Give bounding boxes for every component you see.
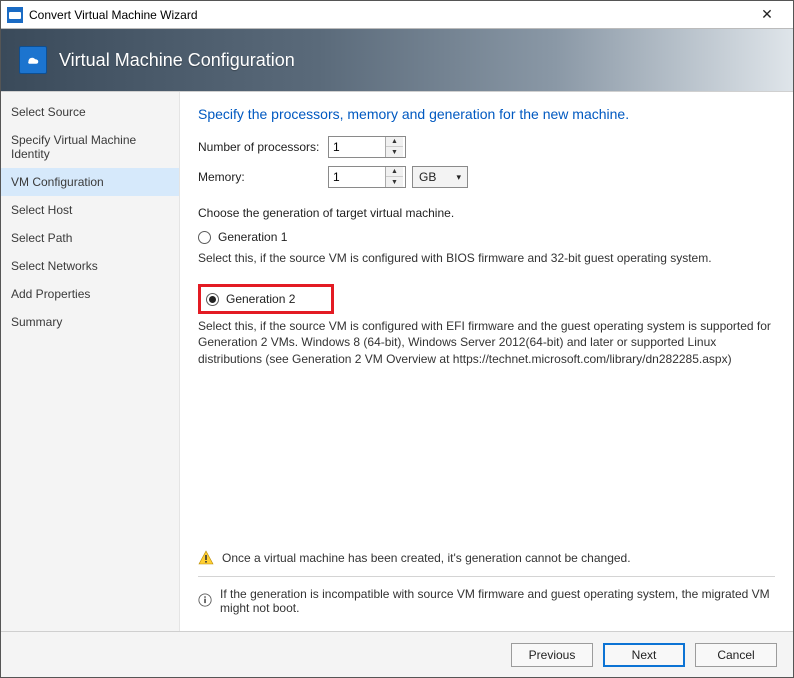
- info-icon: [198, 593, 212, 609]
- generation1-radio[interactable]: [198, 231, 211, 244]
- app-icon: [7, 7, 23, 23]
- memory-input[interactable]: [329, 168, 385, 186]
- processors-down-icon[interactable]: ▼: [386, 147, 403, 157]
- banner-title: Virtual Machine Configuration: [59, 50, 295, 71]
- wizard-window: Convert Virtual Machine Wizard ✕ Virtual…: [0, 0, 794, 678]
- memory-spinner[interactable]: ▲ ▼: [328, 166, 406, 188]
- generation1-label: Generation 1: [218, 230, 287, 244]
- sidebar-item-add-properties[interactable]: Add Properties: [1, 280, 179, 308]
- previous-button[interactable]: Previous: [511, 643, 593, 667]
- page-heading: Specify the processors, memory and gener…: [198, 106, 775, 122]
- memory-up-icon[interactable]: ▲: [386, 167, 403, 177]
- info-row: If the generation is incompatible with s…: [198, 581, 775, 621]
- processors-input[interactable]: [329, 138, 385, 156]
- processors-label: Number of processors:: [198, 140, 328, 154]
- warning-icon: [198, 550, 214, 566]
- generation2-radio[interactable]: [206, 293, 219, 306]
- processors-row: Number of processors: ▲ ▼: [198, 136, 775, 158]
- sidebar-item-vm-configuration[interactable]: VM Configuration: [1, 168, 179, 196]
- processors-up-icon[interactable]: ▲: [386, 137, 403, 147]
- sidebar-item-select-networks[interactable]: Select Networks: [1, 252, 179, 280]
- sidebar-item-select-source[interactable]: Select Source: [1, 98, 179, 126]
- footer: Previous Next Cancel: [1, 631, 793, 677]
- chevron-down-icon: ▾: [456, 172, 461, 183]
- generation2-description: Select this, if the source VM is configu…: [198, 318, 775, 367]
- generation2-highlight: Generation 2: [198, 284, 334, 314]
- generation1-description: Select this, if the source VM is configu…: [198, 250, 775, 266]
- sidebar-item-summary[interactable]: Summary: [1, 308, 179, 336]
- info-text: If the generation is incompatible with s…: [220, 587, 775, 615]
- sidebar-item-specify-identity[interactable]: Specify Virtual Machine Identity: [1, 126, 179, 168]
- warning-text: Once a virtual machine has been created,…: [222, 551, 631, 565]
- banner-icon: [19, 46, 47, 74]
- divider: [198, 576, 775, 577]
- window-title: Convert Virtual Machine Wizard: [29, 8, 747, 22]
- memory-row: Memory: ▲ ▼ GB ▾: [198, 166, 775, 188]
- memory-down-icon[interactable]: ▼: [386, 177, 403, 187]
- sidebar-item-select-path[interactable]: Select Path: [1, 224, 179, 252]
- wizard-body: Select Source Specify Virtual Machine Id…: [1, 91, 793, 631]
- generation-prompt: Choose the generation of target virtual …: [198, 206, 775, 220]
- sidebar-item-select-host[interactable]: Select Host: [1, 196, 179, 224]
- processors-spinner[interactable]: ▲ ▼: [328, 136, 406, 158]
- memory-unit-select[interactable]: GB ▾: [412, 166, 468, 188]
- cancel-button[interactable]: Cancel: [695, 643, 777, 667]
- content-panel: Specify the processors, memory and gener…: [179, 92, 793, 631]
- next-button[interactable]: Next: [603, 643, 685, 667]
- generation2-label: Generation 2: [226, 292, 295, 306]
- close-icon[interactable]: ✕: [747, 6, 787, 23]
- generation1-radio-row[interactable]: Generation 1: [198, 230, 775, 244]
- memory-unit-value: GB: [419, 170, 436, 184]
- warning-row: Once a virtual machine has been created,…: [198, 544, 775, 572]
- banner: Virtual Machine Configuration: [1, 29, 793, 91]
- memory-label: Memory:: [198, 170, 328, 184]
- titlebar: Convert Virtual Machine Wizard ✕: [1, 1, 793, 29]
- generation2-radio-row[interactable]: Generation 2: [206, 292, 295, 306]
- sidebar: Select Source Specify Virtual Machine Id…: [1, 92, 179, 631]
